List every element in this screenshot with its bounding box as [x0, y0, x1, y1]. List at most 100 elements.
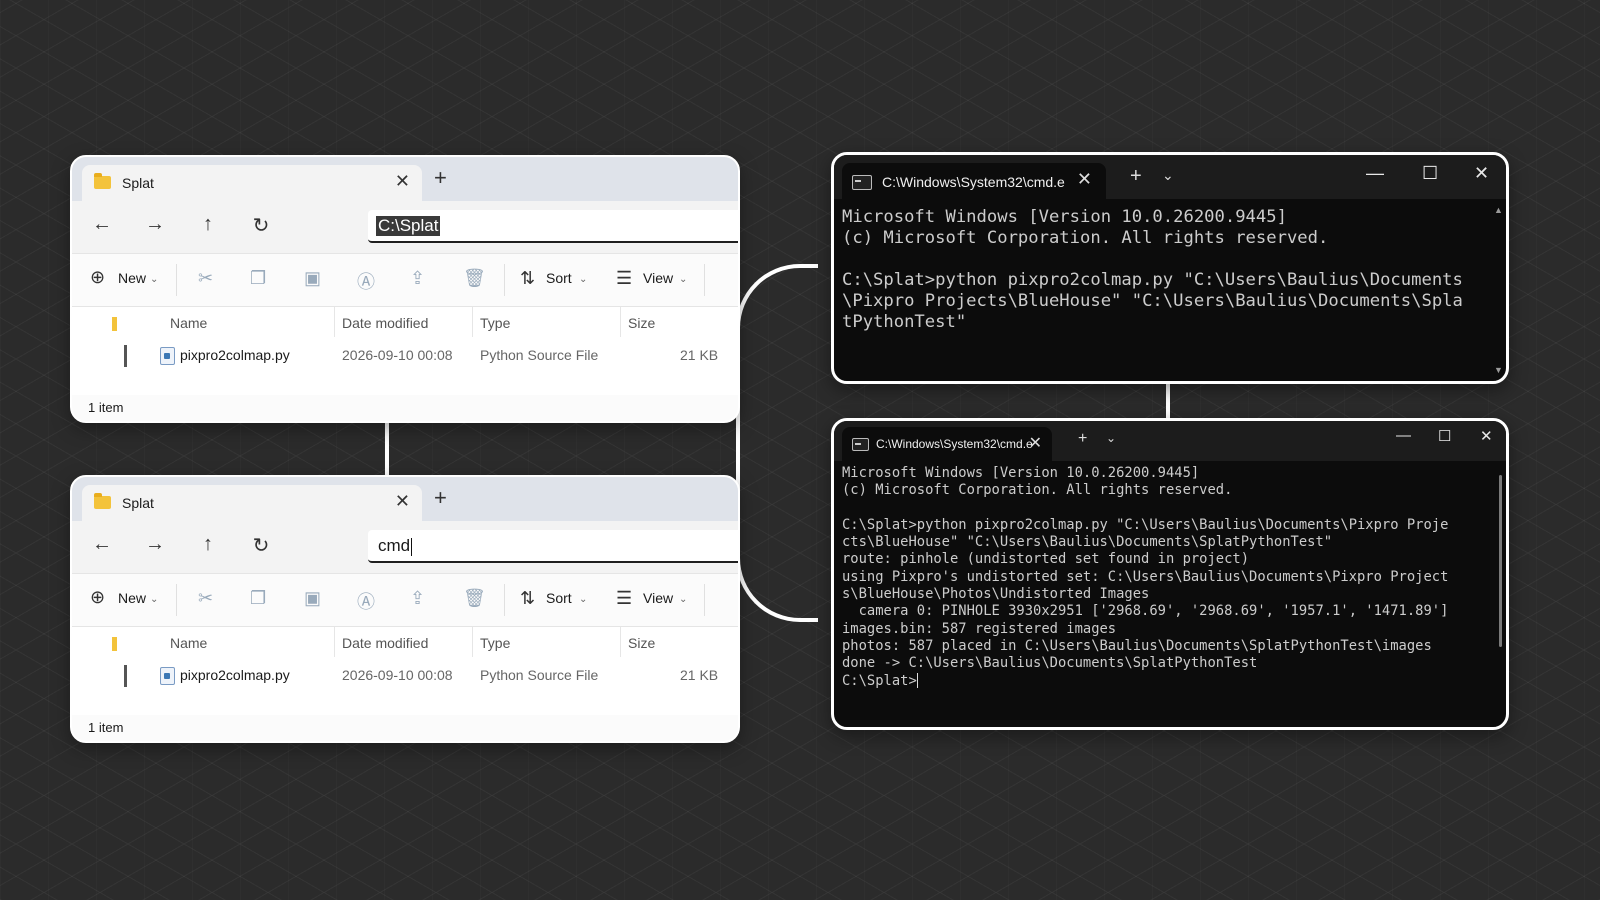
close-icon[interactable]: ✕ [1029, 433, 1042, 453]
delete-icon[interactable]: 🗑 [463, 588, 486, 609]
sort-icon: ⇅ [520, 588, 536, 608]
sort-button[interactable]: Sort [546, 590, 572, 606]
close-icon[interactable]: ✕ [1480, 427, 1493, 445]
back-arrow-icon[interactable]: ← [88, 533, 116, 556]
address-bar[interactable]: C:\Splat ✕ [368, 210, 738, 243]
cut-icon[interactable]: ✂ [198, 268, 213, 289]
folder-icon [94, 173, 111, 189]
close-icon[interactable]: ✕ [395, 491, 410, 512]
terminal-title-bar: C:\Windows\System32\cmd.e ✕ + ⌄ — ☐ ✕ [834, 421, 1506, 461]
plus-icon[interactable]: + [1130, 165, 1142, 188]
terminal-tab[interactable]: C:\Windows\System32\cmd.e ✕ [842, 427, 1052, 461]
scrollbar[interactable]: ▲ ▼ [1494, 205, 1503, 375]
new-button[interactable]: New [118, 270, 146, 286]
minimize-icon[interactable]: — [1366, 163, 1384, 184]
column-header-size[interactable]: Size [628, 635, 655, 651]
column-header-name[interactable]: Name [170, 315, 207, 331]
rename-icon[interactable]: Ⓐ [357, 268, 375, 294]
tab-splat[interactable]: Splat ✕ [82, 485, 422, 521]
copy-icon[interactable]: ❐ [250, 588, 266, 609]
chevron-down-icon: ⌄ [579, 274, 588, 285]
column-header-date[interactable]: Date modified [342, 315, 428, 331]
column-divider [334, 307, 335, 337]
paste-icon[interactable]: ▣ [304, 268, 321, 289]
plus-icon[interactable]: + [1078, 430, 1087, 448]
scrollbar[interactable] [1499, 475, 1502, 647]
address-input[interactable]: cmd [378, 536, 413, 556]
refresh-icon[interactable]: ↻ [247, 213, 275, 238]
file-list: Name Date modified Type Size pixpro2colm… [72, 627, 738, 715]
divider [504, 264, 505, 296]
close-icon[interactable]: ✕ [395, 171, 410, 192]
file-list: Name Date modified Type Size pixpro2colm… [72, 307, 738, 395]
column-header-name[interactable]: Name [170, 635, 207, 651]
python-file-icon [160, 667, 175, 685]
file-date: 2026-09-10 00:08 [342, 667, 453, 683]
divider [704, 264, 705, 296]
chevron-down-icon: ⌄ [150, 594, 159, 605]
terminal-window-top: C:\Windows\System32\cmd.e ✕ + ⌄ — ☐ ✕ Mi… [831, 152, 1509, 384]
refresh-icon[interactable]: ↻ [247, 533, 275, 558]
up-arrow-icon[interactable]: ↑ [194, 533, 222, 556]
paste-icon[interactable]: ▣ [304, 588, 321, 609]
address-input[interactable]: C:\Splat [376, 216, 441, 236]
share-icon[interactable]: ⇪ [410, 268, 425, 289]
column-divider [334, 627, 335, 657]
up-arrow-icon[interactable]: ↑ [194, 213, 222, 236]
chevron-down-icon[interactable]: ⌄ [1162, 167, 1174, 184]
forward-arrow-icon[interactable]: → [141, 533, 169, 556]
file-size: 21 KB [680, 347, 719, 363]
column-header-type[interactable]: Type [480, 635, 510, 651]
tab-bar: Splat ✕ + [72, 157, 738, 201]
view-button[interactable]: View [643, 590, 673, 606]
connector-terminals [1166, 381, 1170, 418]
tab-splat[interactable]: Splat ✕ [82, 165, 422, 201]
nav-pane-folder-marker [112, 317, 117, 331]
python-file-icon [160, 347, 175, 365]
address-text: cmd [378, 536, 411, 555]
column-header-size[interactable]: Size [628, 315, 655, 331]
scroll-up-icon[interactable]: ▲ [1494, 205, 1503, 215]
scroll-down-icon[interactable]: ▼ [1494, 365, 1503, 375]
address-bar[interactable]: cmd ✕ [368, 530, 738, 563]
file-name[interactable]: pixpro2colmap.py [180, 347, 290, 363]
terminal-output[interactable]: Microsoft Windows [Version 10.0.26200.94… [842, 465, 1484, 690]
minimize-icon[interactable]: — [1396, 427, 1411, 444]
divider [704, 584, 705, 616]
file-type: Python Source File [480, 347, 599, 363]
maximize-icon[interactable]: ☐ [1422, 163, 1438, 184]
chevron-down-icon[interactable]: ⌄ [1106, 431, 1116, 445]
rename-icon[interactable]: Ⓐ [357, 588, 375, 614]
terminal-tab[interactable]: C:\Windows\System32\cmd.e ✕ [842, 163, 1106, 199]
nav-pane-folder-marker [112, 637, 117, 651]
plus-circle-icon: ⊕ [90, 267, 106, 287]
column-divider [620, 307, 621, 337]
column-header-date[interactable]: Date modified [342, 635, 428, 651]
cut-icon[interactable]: ✂ [198, 588, 213, 609]
delete-icon[interactable]: 🗑 [463, 268, 486, 289]
nav-pane-bar [124, 345, 127, 367]
close-icon[interactable]: ✕ [1077, 169, 1092, 190]
forward-arrow-icon[interactable]: → [141, 213, 169, 236]
plus-icon[interactable]: + [434, 167, 447, 189]
view-button[interactable]: View [643, 270, 673, 286]
divider [176, 584, 177, 616]
terminal-window-bottom: C:\Windows\System32\cmd.e ✕ + ⌄ — ☐ ✕ Mi… [831, 418, 1509, 730]
sort-button[interactable]: Sort [546, 270, 572, 286]
terminal-output[interactable]: Microsoft Windows [Version 10.0.26200.94… [842, 207, 1484, 333]
text-cursor [916, 673, 918, 689]
tab-title: Splat [122, 175, 154, 191]
plus-circle-icon: ⊕ [90, 587, 106, 607]
close-icon[interactable]: ✕ [1474, 163, 1489, 184]
maximize-icon[interactable]: ☐ [1438, 427, 1451, 445]
navigation-bar: ← → ↑ ↻ cmd ✕ [72, 521, 738, 573]
plus-icon[interactable]: + [434, 487, 447, 509]
column-header-type[interactable]: Type [480, 315, 510, 331]
file-name[interactable]: pixpro2colmap.py [180, 667, 290, 683]
new-button[interactable]: New [118, 590, 146, 606]
chevron-down-icon: ⌄ [679, 594, 688, 605]
copy-icon[interactable]: ❐ [250, 268, 266, 289]
share-icon[interactable]: ⇪ [410, 588, 425, 609]
command-bar: ⊕ New ⌄ ✂ ❐ ▣ Ⓐ ⇪ 🗑 ⇅ Sort ⌄ ☰ View ⌄ [72, 253, 738, 307]
back-arrow-icon[interactable]: ← [88, 213, 116, 236]
